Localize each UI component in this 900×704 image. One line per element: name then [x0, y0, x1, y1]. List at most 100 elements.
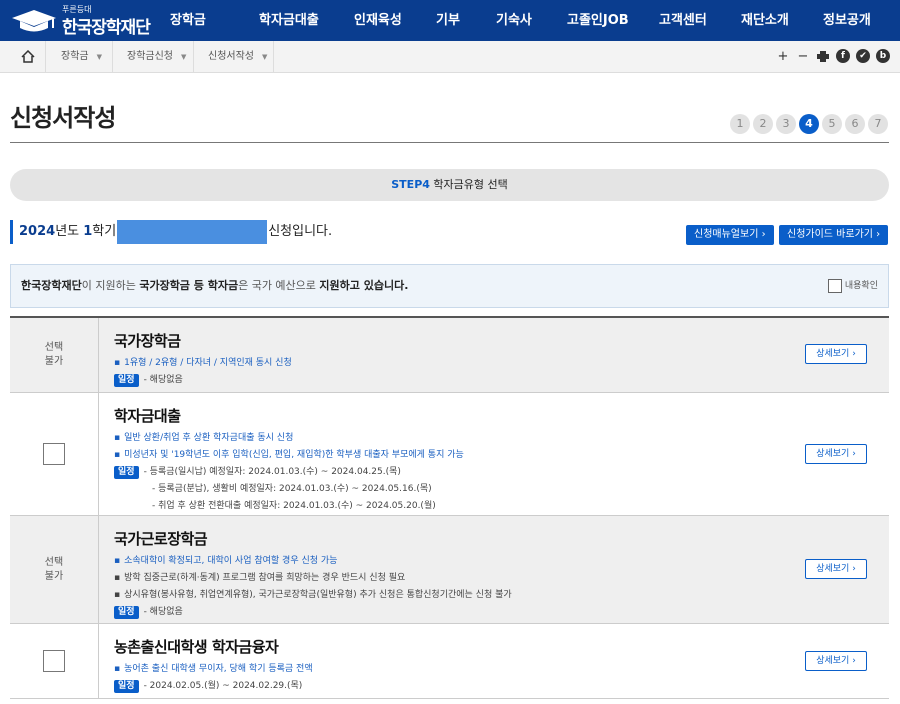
breadcrumb: 장학금 ▼ 장학금신청 ▼ 신청서작성 ▼ + − f ✔ b — [0, 41, 900, 73]
select-cell — [10, 624, 99, 698]
applicant-line: 2024년도 1학기 신청입니다. — [10, 220, 332, 244]
detail-button[interactable]: 상세보기 › — [805, 559, 867, 579]
schedule-line: - 취업 후 상환 전환대출 예정일자: 2024.01.03.(수) ~ 20… — [152, 501, 436, 511]
schedule-text: 등록금(일시납) 예정일자: 2024.01.03.(수) ~ 2024.04.… — [149, 467, 401, 477]
breadcrumb-label: 장학금 — [61, 51, 89, 62]
list-item: ▪ 일반 상환/취업 후 상환 학자금대출 동시 신청 — [114, 433, 294, 443]
twitter-icon[interactable]: ✔ — [856, 49, 870, 63]
notice-text-2: 은 국가 예산으로 — [238, 279, 320, 292]
list-item: ▪ 1유형 / 2유형 / 다자녀 / 지역인재 동시 신청 — [114, 358, 292, 368]
chevron-down-icon: ▼ — [181, 53, 187, 61]
table-row: 선택 불가 국가장학금 ▪ 1유형 / 2유형 / 다자녀 / 지역인재 동시 신… — [10, 318, 889, 393]
graduation-cap-icon — [12, 10, 56, 32]
schedule-text: 취업 후 상환 전환대출 예정일자: 2024.01.03.(수) ~ 2024… — [158, 501, 436, 511]
list-item-text: 1유형 / 2유형 / 다자녀 / 지역인재 동시 신청 — [124, 358, 292, 368]
schedule-badge: 일정 — [114, 606, 139, 619]
nav-item-customer[interactable]: 고객센터 — [659, 0, 741, 41]
confirm-checkbox[interactable]: 내용확인 — [827, 279, 878, 293]
step-6: 6 — [845, 114, 865, 134]
logo[interactable]: 푸른등대 한국장학재단 — [10, 4, 155, 38]
notice-text-1: 이 지원하는 — [81, 279, 140, 292]
table-row: 농촌출신대학생 학자금융자 ▪ 농어촌 출신 대학생 무이자, 당해 학기 등록금… — [10, 624, 889, 699]
manual-button[interactable]: 신청매뉴얼보기 › — [686, 225, 774, 245]
confirm-label: 내용확인 — [844, 281, 878, 291]
detail-button[interactable]: 상세보기 › — [805, 344, 867, 364]
page-tools: + − f ✔ b — [776, 49, 890, 64]
row-title: 국가근로장학금 — [114, 530, 208, 548]
step-label: 학자금유형 선택 — [433, 178, 508, 191]
logo-name: 한국장학재단 — [62, 18, 151, 38]
schedule-line: 일정 - 해당없음 — [114, 372, 889, 389]
nav-item-info[interactable]: 정보공개 — [823, 0, 893, 41]
manual-button-label: 신청매뉴얼보기 — [694, 229, 759, 240]
breadcrumb-item-write[interactable]: 신청서작성 ▼ — [194, 41, 274, 72]
step-1: 1 — [730, 114, 750, 134]
select-checkbox[interactable] — [43, 650, 65, 672]
zoom-in-icon[interactable]: + — [776, 49, 790, 64]
blog-icon[interactable]: b — [876, 49, 890, 63]
step-3: 3 — [776, 114, 796, 134]
breadcrumb-label: 신청서작성 — [208, 51, 254, 62]
apply-year: 2024 — [19, 224, 56, 239]
detail-label: 상세보기 — [816, 564, 850, 574]
nav-item-dormitory[interactable]: 기숙사 — [496, 0, 567, 41]
apply-term: 1 — [83, 224, 93, 239]
apply-term-suffix: 학기 — [92, 224, 117, 239]
notice-key-1: 국가장학금 등 학자금 — [139, 279, 239, 292]
schedule-line: - 등록금(분납), 생활비 예정일자: 2024.01.03.(수) ~ 20… — [152, 484, 432, 494]
detail-button[interactable]: 상세보기 › — [805, 444, 867, 464]
notice-org: 한국장학재단 — [21, 279, 82, 292]
step-5: 5 — [822, 114, 842, 134]
list-item-text: 상시유형(봉사유형, 취업연계유형), 국가근로장학금(일반유형) 추가 신청은… — [124, 590, 512, 600]
schedule-text: 해당없음 — [149, 375, 183, 385]
breadcrumb-item-apply[interactable]: 장학금신청 ▼ — [113, 41, 194, 72]
detail-button[interactable]: 상세보기 › — [805, 651, 867, 671]
breadcrumb-item-scholarship[interactable]: 장학금 ▼ — [47, 41, 113, 72]
home-button[interactable] — [10, 41, 46, 72]
facebook-icon[interactable]: f — [836, 49, 850, 63]
not-selectable-label: 선택 불가 — [44, 556, 64, 582]
schedule-line: 일정 - 해당없음 — [114, 604, 889, 621]
masked-name — [117, 220, 268, 244]
list-item: ▪ 미성년자 및 '19학년도 이후 입학(신입, 편입, 재입학)한 학부생 대… — [114, 450, 464, 460]
main-menu: 장학금 학자금대출 인재육성 기부 기숙사 고졸인JOB 고객센터 재단소개 정… — [170, 0, 893, 41]
chevron-right-icon: › — [876, 229, 881, 240]
list-item: ▪ 농어촌 출신 대학생 무이자, 당해 학기 등록금 전액 — [114, 664, 313, 674]
table-row: 학자금대출 ▪ 일반 상환/취업 후 상환 학자금대출 동시 신청 ▪ 미성년자 및… — [10, 393, 889, 516]
row-title: 국가장학금 — [114, 332, 181, 350]
chevron-right-icon: › — [761, 229, 766, 240]
nav-item-about[interactable]: 재단소개 — [741, 0, 823, 41]
schedule-line: 일정 - 2024.02.05.(월) ~ 2024.02.29.(목) — [114, 678, 889, 695]
step-4-current: 4 — [799, 114, 819, 134]
chevron-down-icon: ▼ — [96, 53, 102, 61]
nav-item-loan[interactable]: 학자금대출 — [259, 0, 354, 41]
list-item-text: 소속대학이 확정되고, 대학이 사업 참여할 경우 신청 가능 — [124, 556, 338, 566]
top-navigation: 푸른등대 한국장학재단 장학금 학자금대출 인재육성 기부 기숙사 고졸인JOB… — [0, 0, 900, 41]
select-cell: 선택 불가 — [10, 318, 99, 392]
notice-box: 한국장학재단이 지원하는 국가장학금 등 학자금은 국가 예산으로 지원하고 있… — [10, 264, 889, 308]
not-selectable-label: 선택 불가 — [44, 342, 64, 367]
schedule-text: 2024.02.05.(월) ~ 2024.02.29.(목) — [149, 681, 303, 691]
list-item-text: 농어촌 출신 대학생 무이자, 당해 학기 등록금 전액 — [124, 664, 313, 674]
guide-button[interactable]: 신청가이드 바로가기 › — [779, 225, 889, 245]
apply-year-suffix: 년도 — [55, 224, 80, 239]
print-icon[interactable] — [816, 49, 830, 63]
zoom-out-icon[interactable]: − — [796, 49, 810, 64]
checkbox-box[interactable] — [827, 279, 842, 293]
select-checkbox[interactable] — [43, 443, 65, 465]
page-title: 신청서작성 — [10, 104, 116, 132]
schedule-text: 해당없음 — [149, 607, 183, 617]
nav-item-job[interactable]: 고졸인JOB — [567, 0, 659, 41]
chevron-down-icon: ▼ — [262, 53, 268, 61]
schedule-text: 등록금(분납), 생활비 예정일자: 2024.01.03.(수) ~ 2024… — [158, 484, 432, 494]
breadcrumb-label: 장학금신청 — [127, 51, 173, 62]
schedule-badge: 일정 — [114, 374, 139, 387]
nav-item-talent[interactable]: 인재육성 — [354, 0, 436, 41]
step-banner: STEP4 학자금유형 선택 — [10, 169, 889, 201]
nav-item-donation[interactable]: 기부 — [436, 0, 496, 41]
row-title: 농촌출신대학생 학자금융자 — [114, 638, 279, 656]
list-item-text: 미성년자 및 '19학년도 이후 입학(신입, 편입, 재입학)한 학부생 대출… — [124, 450, 464, 460]
nav-item-scholarship[interactable]: 장학금 — [170, 0, 259, 41]
step-indicator: 1 2 3 4 5 6 7 — [730, 114, 888, 134]
home-icon — [20, 50, 35, 63]
